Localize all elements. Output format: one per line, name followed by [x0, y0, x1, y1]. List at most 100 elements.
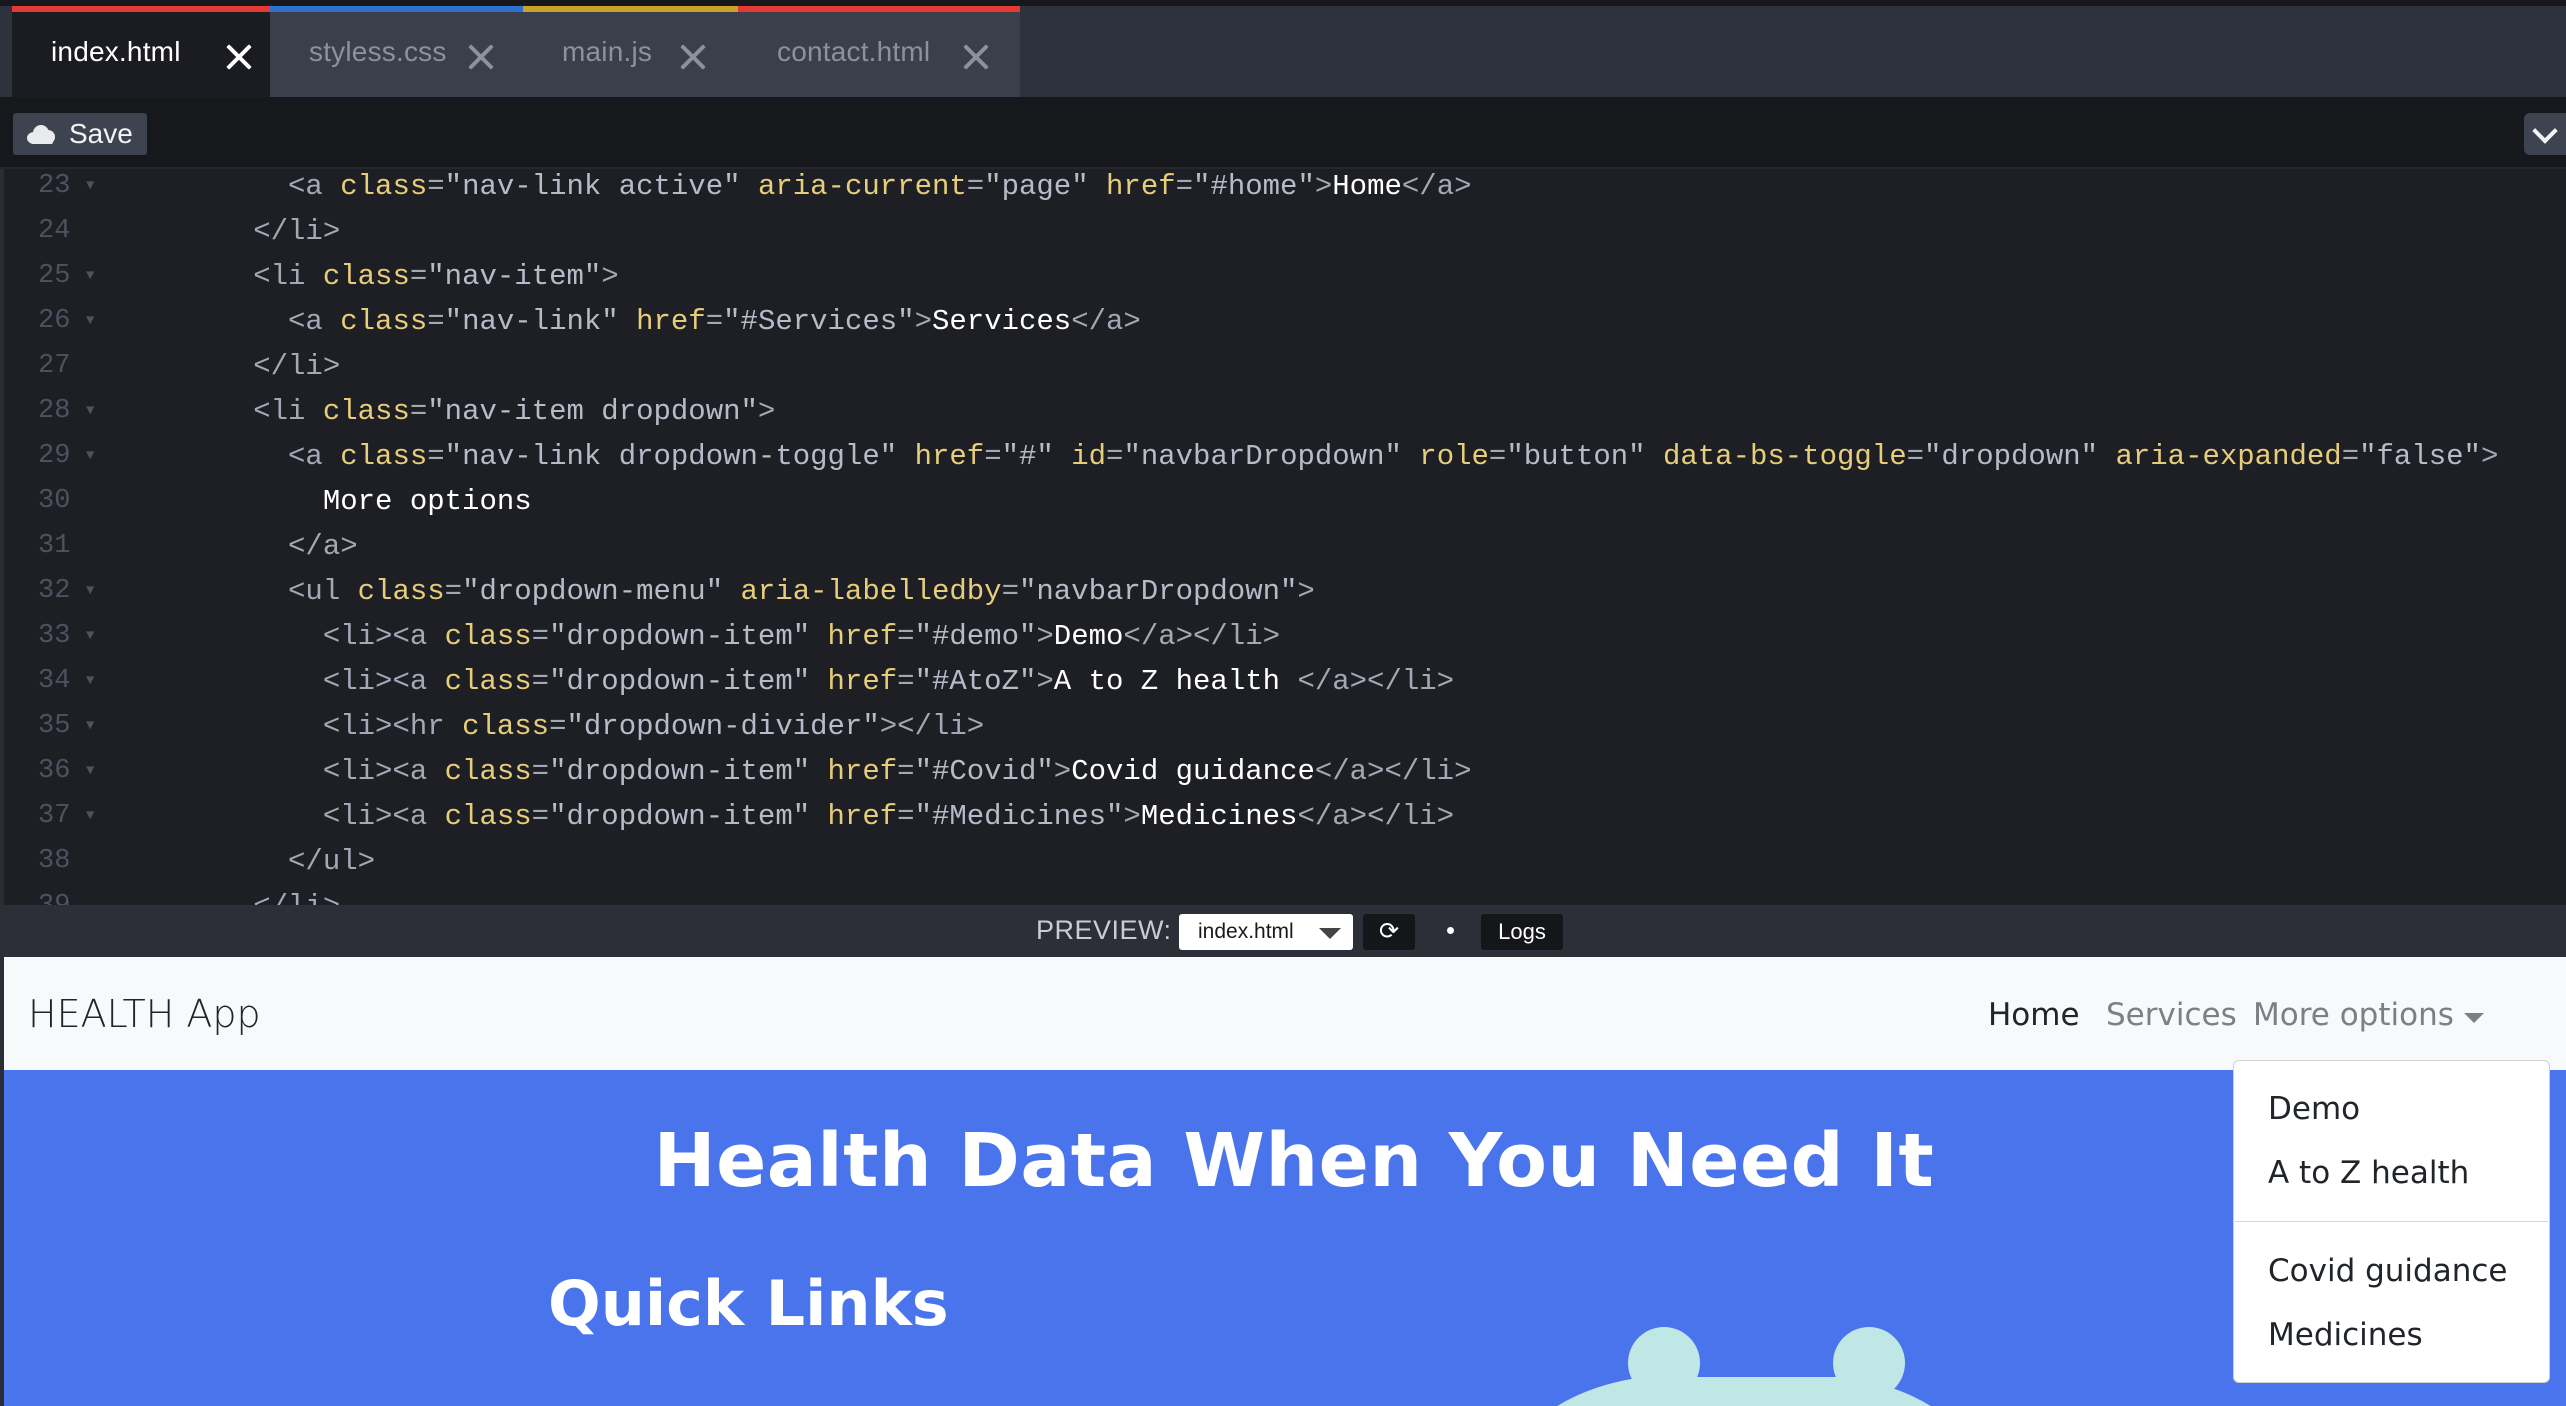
code-token: <li><a	[114, 755, 445, 788]
code-token: <ul	[114, 575, 358, 608]
fold-arrow-icon[interactable]: ▼	[86, 389, 94, 434]
nav-dropdown-more-options[interactable]: More options	[2253, 997, 2454, 1033]
code-token: =	[966, 170, 985, 203]
dropdown-item-demo[interactable]: Demo	[2268, 1091, 2360, 1127]
line-number: 39	[38, 884, 78, 905]
save-button-label: Save	[69, 118, 133, 149]
code-line[interactable]: 23 ▼ <a class="nav-link active" aria-curr…	[4, 169, 2566, 209]
code-line[interactable]: 39 </li>	[4, 884, 2566, 905]
code-line[interactable]: 32 ▼ <ul class="dropdown-menu" aria-label…	[4, 569, 2566, 614]
preview-navbar: HEALTH App Home Services More options	[4, 957, 2566, 1070]
code-token: "nav-link"	[444, 305, 619, 338]
code-line[interactable]: 24 </li>	[4, 209, 2566, 254]
dropdown-item-covid-guidance[interactable]: Covid guidance	[2268, 1253, 2507, 1289]
code-token: <li><a	[114, 800, 445, 833]
close-icon[interactable]	[226, 44, 252, 70]
navbar-brand[interactable]: HEALTH App	[28, 992, 261, 1036]
tab-contact-html[interactable]: contact.html	[738, 6, 1020, 97]
code-token: =	[531, 800, 550, 833]
logs-button[interactable]: Logs	[1481, 914, 1563, 950]
code-text: <li><hr class="dropdown-divider"></li>	[114, 704, 984, 749]
tab-styless-css[interactable]: styless.css	[270, 6, 523, 97]
fold-arrow-icon[interactable]: ▼	[86, 704, 94, 749]
code-token: =	[409, 395, 428, 428]
code-token: </li>	[114, 215, 341, 248]
fold-arrow-icon[interactable]: ▼	[86, 659, 94, 704]
code-token: >	[1053, 755, 1072, 788]
code-line[interactable]: 35 ▼ <li><hr class="dropdown-divider"></l…	[4, 704, 2566, 749]
code-token: =	[984, 440, 1002, 473]
fold-arrow-icon[interactable]: ▼	[86, 254, 94, 299]
code-token: href	[1106, 170, 1176, 203]
fold-arrow-icon[interactable]: ▼	[86, 169, 94, 209]
code-editor[interactable]: 23 ▼ <a class="nav-link active" aria-curr…	[0, 169, 2566, 905]
code-token: class	[444, 755, 532, 788]
code-token: <li	[114, 395, 323, 428]
code-token: data-bs-toggle	[1662, 440, 1907, 473]
dropdown-item-medicines[interactable]: Medicines	[2268, 1317, 2423, 1353]
code-token: class	[340, 440, 428, 473]
code-token: id	[1071, 440, 1107, 473]
code-token: =	[2341, 440, 2360, 473]
code-line[interactable]: 31 </a>	[4, 524, 2566, 569]
code-token: =	[897, 755, 915, 788]
tab-index-html[interactable]: index.html	[12, 6, 270, 97]
code-text: <li class="nav-item dropdown">	[114, 389, 775, 434]
code-token: aria-labelledby	[740, 575, 1002, 608]
code-line[interactable]: 29 ▼ <a class="nav-link dropdown-toggle" …	[4, 434, 2566, 479]
fold-arrow-icon[interactable]: ▼	[86, 794, 94, 839]
code-token: =	[897, 665, 915, 698]
code-token: Medicines	[1140, 800, 1298, 833]
close-icon[interactable]	[680, 44, 706, 70]
code-text: <a class="nav-link active" aria-current=…	[114, 169, 1472, 209]
code-token: "#Services"	[723, 305, 915, 338]
line-number: 26	[38, 306, 71, 336]
refresh-icon[interactable]: ⟳	[1363, 914, 1415, 950]
line-number: 32	[38, 576, 71, 606]
code-line[interactable]: 28 ▼ <li class="nav-item dropdown">	[4, 389, 2566, 434]
code-text: <li><a class="dropdown-item" href="#AtoZ…	[114, 659, 1454, 704]
code-token: >	[601, 260, 619, 293]
code-token: </a>	[114, 530, 358, 563]
code-token: Services	[931, 305, 1072, 338]
fold-arrow-icon[interactable]: ▼	[86, 434, 94, 479]
code-line[interactable]: 34 ▼ <li><a class="dropdown-item" href="#…	[4, 659, 2566, 704]
cloud-icon	[27, 124, 57, 144]
close-icon[interactable]	[963, 44, 989, 70]
code-line[interactable]: 36 ▼ <li><a class="dropdown-item" href="#…	[4, 749, 2566, 794]
code-line[interactable]: 30 More options	[4, 479, 2566, 524]
fold-arrow-icon[interactable]: ▼	[86, 299, 94, 344]
nav-link-home[interactable]: Home	[1988, 997, 2080, 1033]
tab-main-js[interactable]: main.js	[523, 6, 738, 97]
code-token: class	[444, 800, 532, 833]
code-token: class	[340, 305, 428, 338]
code-token: </a></li>	[1297, 665, 1455, 698]
fold-arrow-icon[interactable]: ▼	[86, 569, 94, 614]
code-line[interactable]: 33 ▼ <li><a class="dropdown-item" href="#…	[4, 614, 2566, 659]
code-token: "dropdown-menu"	[462, 575, 724, 608]
line-number: 38	[38, 846, 71, 876]
line-number: 37	[38, 801, 71, 831]
chevron-down-icon[interactable]	[2524, 113, 2566, 155]
code-line[interactable]: 38 </ul>	[4, 839, 2566, 884]
code-line[interactable]: 26 ▼ <a class="nav-link" href="#Services"…	[4, 299, 2566, 344]
code-token: href	[827, 800, 898, 833]
nav-link-services[interactable]: Services	[2106, 997, 2237, 1033]
code-line[interactable]: 37 ▼ <li><a class="dropdown-item" href="#…	[4, 794, 2566, 839]
code-line[interactable]: 27 </li>	[4, 344, 2566, 389]
line-number: 34	[38, 666, 71, 696]
line-number: 24	[38, 216, 71, 246]
code-token: More options	[114, 485, 532, 518]
fold-arrow-icon[interactable]: ▼	[86, 749, 94, 794]
code-line[interactable]: 25 ▼ <li class="nav-item">	[4, 254, 2566, 299]
dropdown-item-a-to-z-health[interactable]: A to Z health	[2268, 1155, 2469, 1191]
close-icon[interactable]	[468, 44, 494, 70]
preview-file-select[interactable]: index.html	[1179, 914, 1353, 950]
code-token: >	[1036, 665, 1054, 698]
fold-arrow-icon[interactable]: ▼	[86, 614, 94, 659]
save-button[interactable]: Save	[13, 113, 147, 155]
code-token: A to Z health	[1053, 665, 1298, 698]
